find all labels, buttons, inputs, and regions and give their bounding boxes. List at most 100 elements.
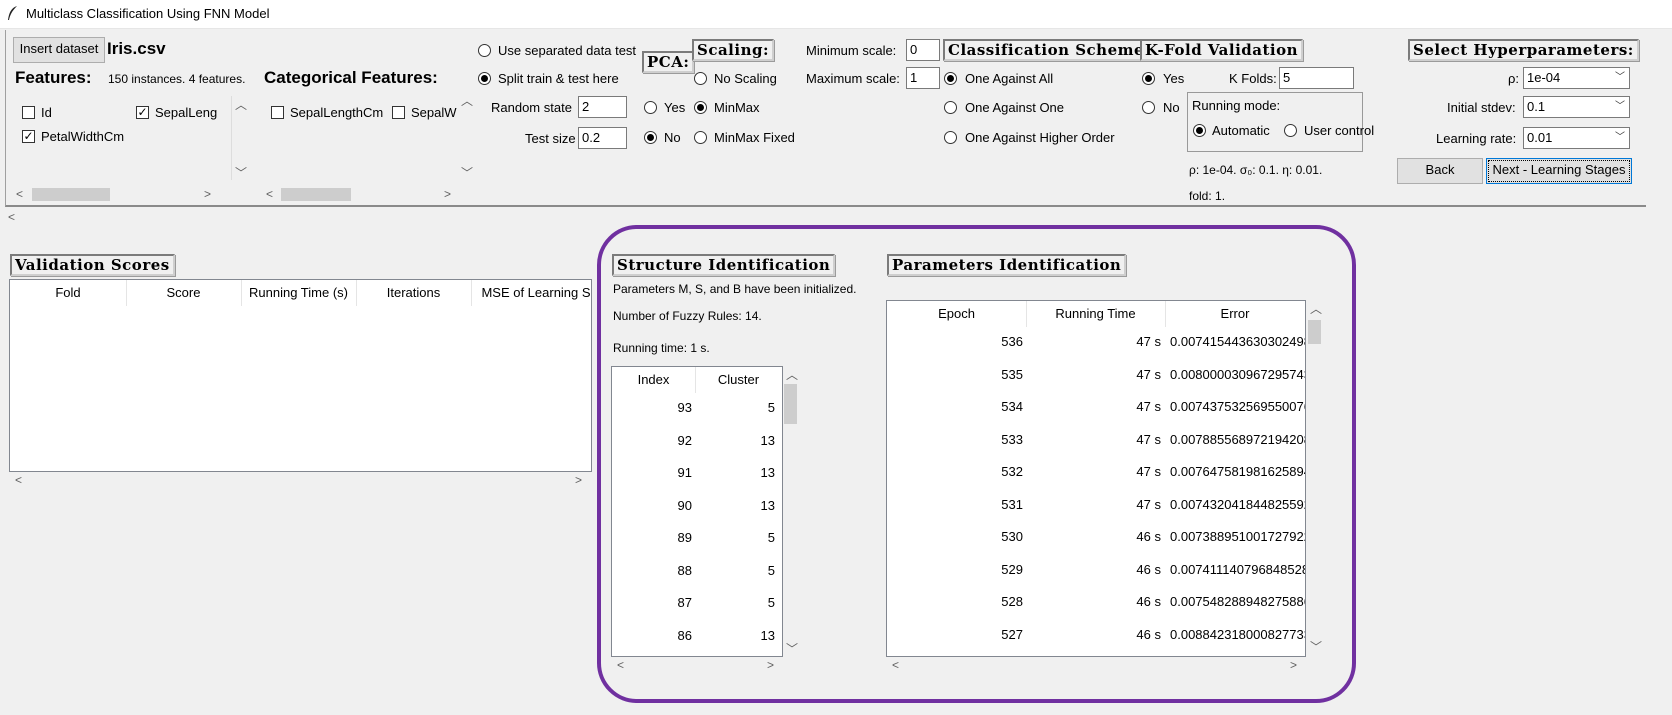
validation-scores-table[interactable]: Fold Score Running Time (s) Iterations M… [9, 279, 592, 472]
next-learning-stages-button[interactable]: Next - Learning Stages [1486, 158, 1632, 184]
scroll-down-icon[interactable]: ﹀ [1310, 638, 1322, 655]
running-mode-label: Running mode: [1192, 98, 1281, 113]
test-size-input[interactable]: 0.2 [578, 127, 627, 149]
column-header-iterations[interactable]: Iterations [356, 280, 472, 306]
validation-hscroll[interactable]: < > [9, 472, 590, 489]
table-row[interactable]: 87 5 [612, 590, 782, 620]
parameters-hscroll[interactable]: < > [886, 657, 1304, 674]
scroll-left-icon[interactable]: < [617, 658, 624, 672]
scroll-right-icon[interactable]: > [575, 473, 582, 487]
table-row[interactable]: 89 5 [612, 525, 782, 555]
scroll-thumb[interactable] [281, 188, 351, 201]
scroll-left-icon[interactable]: < [892, 658, 899, 672]
table-row[interactable]: 92 13 [612, 428, 782, 458]
column-header-index[interactable]: Index [612, 367, 696, 393]
table-row[interactable]: 88 5 [612, 558, 782, 588]
random-state-input[interactable]: 2 [578, 96, 627, 118]
no-scaling-radio[interactable] [694, 72, 707, 85]
table-row[interactable]: 530 46 s 0.007388951001727922 [887, 524, 1305, 554]
one-against-all-radio[interactable] [944, 72, 957, 85]
table-row[interactable]: 86 13 [612, 623, 782, 653]
structure-vscroll[interactable]: ︿ ﹀ [782, 366, 799, 657]
pca-no-radio[interactable] [644, 131, 657, 144]
column-header-running-time[interactable]: Running Time (s) [241, 280, 357, 306]
column-header-error[interactable]: Error [1165, 301, 1305, 327]
table-row[interactable]: 536 47 s 0.007415443630302498 [887, 329, 1305, 359]
cell-error: 0.008842318000827733 [1170, 626, 1305, 642]
minmax-radio[interactable] [694, 101, 707, 114]
kfold-yes-radio[interactable] [1142, 72, 1155, 85]
automatic-label: Automatic [1212, 123, 1270, 138]
table-row[interactable]: 533 47 s 0.007885568972194208 [887, 427, 1305, 457]
cell-error: 0.007432041844825592 [1170, 496, 1305, 512]
scroll-down-icon[interactable]: ﹀ [235, 164, 247, 181]
kfold-no-radio[interactable] [1142, 101, 1155, 114]
table-row[interactable]: 93 5 [612, 395, 782, 425]
lr-value: 0.01 [1527, 130, 1553, 145]
table-row[interactable]: 531 47 s 0.007432041844825592 [887, 492, 1305, 522]
cat-sepallength-checkbox[interactable] [271, 106, 284, 119]
feature-sepallength-label: SepalLeng [155, 105, 218, 120]
structure-hscroll[interactable]: < > [611, 657, 781, 674]
scroll-up-icon[interactable]: ︿ [461, 92, 473, 109]
insert-dataset-button[interactable]: Insert dataset [13, 37, 105, 63]
features-hscroll[interactable]: < > [12, 186, 218, 203]
table-row[interactable]: 91 13 [612, 460, 782, 490]
learning-rate-select[interactable]: 0.01 ﹀ [1523, 127, 1630, 149]
column-header-mse[interactable]: MSE of Learning S [471, 280, 591, 306]
scroll-right-icon[interactable]: > [204, 187, 211, 201]
feature-id-checkbox[interactable] [22, 106, 35, 119]
scroll-down-icon[interactable]: ﹀ [461, 164, 473, 181]
categorical-vscroll[interactable]: ︿ ﹀ [458, 92, 475, 180]
rho-select[interactable]: 1e-04 ﹀ [1523, 67, 1630, 89]
categorical-hscroll[interactable]: < > [262, 186, 458, 203]
structure-table[interactable]: Index Cluster 93 5 92 13 91 13 90 13 89 5 88 5 87 5 86… [611, 366, 783, 657]
column-header-fold[interactable]: Fold [10, 280, 127, 306]
parameters-vscroll[interactable]: ︿ ﹀ [1306, 300, 1323, 655]
scroll-thumb[interactable] [32, 188, 110, 201]
parameters-table[interactable]: Epoch Running Time Error 536 47 s 0.007415… [886, 300, 1306, 657]
scroll-right-icon[interactable]: > [767, 658, 774, 672]
scroll-left-icon[interactable]: < [16, 187, 23, 201]
scroll-thumb[interactable] [784, 384, 797, 424]
column-header-cluster[interactable]: Cluster [695, 367, 782, 393]
table-row[interactable]: 528 46 s 0.007548288948275886 [887, 589, 1305, 619]
scroll-down-icon[interactable]: ﹀ [786, 640, 798, 657]
table-row[interactable]: 527 46 s 0.008842318000827733 [887, 622, 1305, 652]
one-against-one-radio[interactable] [944, 101, 957, 114]
one-against-higher-radio[interactable] [944, 131, 957, 144]
table-row[interactable]: 529 46 s 0.007411140796848528 [887, 557, 1305, 587]
features-vscroll[interactable]: ︿ ﹀ [231, 96, 249, 180]
table-row[interactable]: 532 47 s 0.007647581981625894 [887, 459, 1305, 489]
scroll-right-icon[interactable]: > [444, 187, 451, 201]
feature-petalwidth-checkbox[interactable]: ✓ [22, 130, 35, 143]
max-scale-input[interactable]: 1 [906, 67, 940, 89]
scroll-left-icon[interactable]: < [266, 187, 273, 201]
table-row[interactable]: 534 47 s 0.007437532569550076 [887, 394, 1305, 424]
use-separated-radio[interactable] [478, 44, 491, 57]
min-scale-input[interactable]: 0 [906, 39, 940, 61]
scroll-thumb[interactable] [1308, 320, 1321, 344]
initial-stdev-select[interactable]: 0.1 ﹀ [1523, 96, 1630, 118]
scroll-up-icon[interactable]: ︿ [786, 366, 798, 383]
column-header-running-time[interactable]: Running Time [1026, 301, 1166, 327]
user-control-radio[interactable] [1284, 124, 1297, 137]
column-header-score[interactable]: Score [126, 280, 242, 306]
scroll-up-icon[interactable]: ︿ [235, 96, 247, 113]
scroll-right-icon[interactable]: > [1290, 658, 1297, 672]
table-row[interactable]: 535 47 s 0.008000030967295743 [887, 362, 1305, 392]
scroll-left-icon[interactable]: < [15, 473, 22, 487]
cat-sepalwidth-checkbox[interactable] [392, 106, 405, 119]
back-button[interactable]: Back [1397, 158, 1483, 184]
automatic-radio[interactable] [1193, 124, 1206, 137]
main-scroll-left-icon[interactable]: < [8, 210, 15, 224]
scroll-up-icon[interactable]: ︿ [1310, 300, 1322, 317]
minmax-fixed-radio[interactable] [694, 131, 707, 144]
feature-sepallength-checkbox[interactable]: ✓ [136, 106, 149, 119]
split-here-radio[interactable] [478, 72, 491, 85]
pca-yes-radio[interactable] [644, 101, 657, 114]
table-row[interactable]: 90 13 [612, 493, 782, 523]
column-header-epoch[interactable]: Epoch [887, 301, 1027, 327]
structure-running-time: Running time: 1 s. [613, 341, 710, 355]
kfolds-input[interactable]: 5 [1279, 67, 1354, 89]
